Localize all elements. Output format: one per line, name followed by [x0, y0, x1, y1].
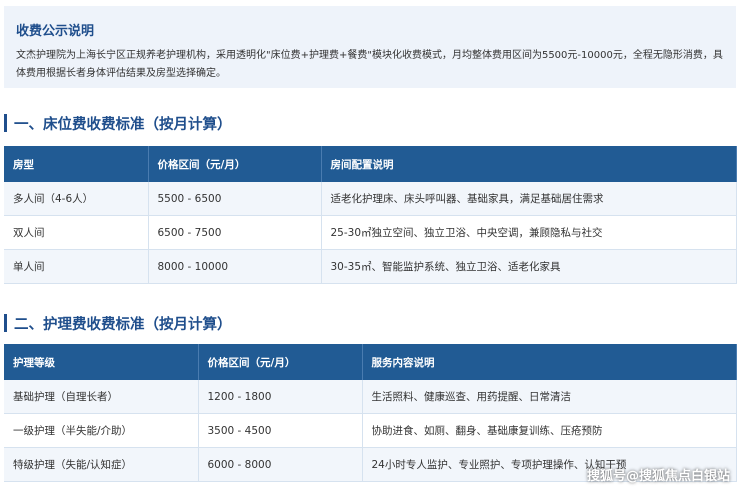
table-row: 多人间（4-6人） 5500 - 6500 适老化护理床、床头呼叫器、基础家具，… [4, 182, 737, 216]
description-cell: 适老化护理床、床头呼叫器、基础家具，满足基础居住需求 [321, 182, 737, 216]
column-header: 房间配置说明 [321, 146, 737, 182]
room-type-cell: 双人间 [4, 215, 149, 250]
price-cell: 6000 - 8000 [198, 447, 363, 482]
table-row: 基础护理（自理长者） 1200 - 1800 生活照料、健康巡查、用药提醒、日常… [4, 380, 737, 414]
heading-accent-bar [4, 314, 7, 332]
room-type-cell: 单人间 [4, 249, 149, 284]
care-fee-heading-text: 二、护理费收费标准（按月计算） [14, 316, 232, 333]
price-cell: 6500 - 7500 [148, 215, 322, 250]
column-header: 价格区间（元/月） [198, 344, 363, 380]
column-header: 价格区间（元/月） [148, 146, 322, 182]
description-cell: 25-30㎡独立空间、独立卫浴、中央空调，兼顾隐私与社交 [321, 215, 737, 250]
table-row: 一级护理（半失能/介助） 3500 - 4500 协助进食、如厕、翻身、基础康复… [4, 413, 737, 448]
care-fee-heading: 二、护理费收费标准（按月计算） [4, 311, 232, 335]
bed-fee-heading-text: 一、床位费收费标准（按月计算） [14, 116, 232, 133]
room-type-cell: 多人间（4-6人） [4, 182, 149, 216]
notice-title: 收费公示说明 [16, 24, 95, 39]
bed-fee-table: 房型 价格区间（元/月） 房间配置说明 多人间（4-6人） 5500 - 650… [4, 146, 737, 284]
price-cell: 8000 - 10000 [148, 249, 322, 284]
table-row: 双人间 6500 - 7500 25-30㎡独立空间、独立卫浴、中央空调，兼顾隐… [4, 215, 737, 250]
table-header-row: 房型 价格区间（元/月） 房间配置说明 [4, 146, 737, 182]
fee-notice-box: 收费公示说明 文杰护理院为上海长宁区正规养老护理机构，采用透明化"床位费+护理费… [4, 6, 736, 88]
bed-fee-heading: 一、床位费收费标准（按月计算） [4, 111, 232, 135]
care-level-cell: 一级护理（半失能/介助） [4, 413, 199, 448]
description-cell: 30-35㎡、智能监护系统、独立卫浴、适老化家具 [321, 249, 737, 284]
description-cell: 生活照料、健康巡查、用药提醒、日常清洁 [362, 380, 737, 414]
heading-accent-bar [4, 114, 7, 132]
care-level-cell: 基础护理（自理长者） [4, 380, 199, 414]
care-level-cell: 特级护理（失能/认知症） [4, 447, 199, 482]
watermark: 搜狐号@搜狐焦点白银站 [586, 469, 730, 484]
price-cell: 3500 - 4500 [198, 413, 363, 448]
care-fee-table: 护理等级 价格区间（元/月） 服务内容说明 基础护理（自理长者） 1200 - … [4, 344, 737, 482]
description-cell: 协助进食、如厕、翻身、基础康复训练、压疮预防 [362, 413, 737, 448]
column-header: 服务内容说明 [362, 344, 737, 380]
column-header: 护理等级 [4, 344, 199, 380]
notice-text: 文杰护理院为上海长宁区正规养老护理机构，采用透明化"床位费+护理费+餐费"模块化… [16, 50, 723, 79]
column-header: 房型 [4, 146, 149, 182]
price-cell: 1200 - 1800 [198, 380, 363, 414]
table-header-row: 护理等级 价格区间（元/月） 服务内容说明 [4, 344, 737, 380]
table-row: 单人间 8000 - 10000 30-35㎡、智能监护系统、独立卫浴、适老化家… [4, 249, 737, 284]
price-cell: 5500 - 6500 [148, 182, 322, 216]
